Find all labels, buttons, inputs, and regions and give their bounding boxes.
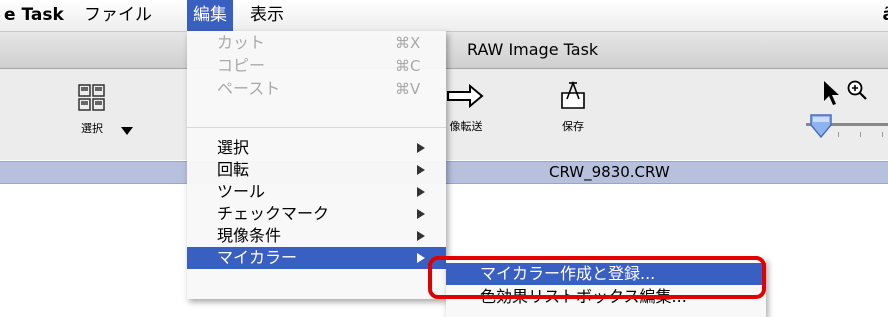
menu-item-label: マイカラー [217, 248, 298, 267]
menu-item-development[interactable]: 現像条件 [187, 225, 446, 247]
grid-select-icon [78, 84, 105, 111]
arrow-transfer-icon [447, 83, 484, 109]
menu-item-tools[interactable]: ツール [187, 181, 446, 203]
select-tool-label: 選択 [81, 122, 103, 135]
menu-item-copy[interactable]: コピー ⌘C [187, 55, 446, 77]
submenu-arrow-icon [417, 165, 425, 175]
menu-item-select[interactable]: 選択 [187, 137, 446, 159]
select-dropdown-arrow-icon[interactable] [121, 127, 133, 135]
menu-item-label: ペースト [217, 79, 281, 98]
submenu-arrow-icon [417, 231, 425, 241]
menu-item-label: コピー [217, 56, 266, 75]
submenu-arrow-icon [417, 187, 425, 197]
submenu-arrow-icon [417, 253, 425, 263]
file-name: CRW_9830.CRW [549, 163, 670, 181]
edit-menu[interactable]: 編集 [187, 0, 233, 31]
transfer-tool[interactable]: 像転送 [446, 81, 486, 134]
save-tool-label: 保存 [562, 120, 584, 133]
save-tray-icon [561, 80, 585, 109]
menu-item-paste[interactable]: ペースト ⌘V [187, 78, 446, 100]
edit-menu-dropdown: カット ⌘X コピー ⌘C ペースト ⌘V 選択 回転 ツール チェックマーク … [187, 31, 446, 299]
callout-highlight-box [428, 256, 766, 299]
slider-tick [882, 132, 883, 137]
slider-tick [838, 132, 839, 137]
menubar-right-item[interactable]: ã [883, 0, 888, 31]
window-title: RAW Image Task [467, 40, 599, 59]
menu-item-rotate[interactable]: 回転 [187, 159, 446, 181]
menu-item-shortcut: ⌘X [395, 34, 421, 52]
menu-bar: e Task ファイル 編集 表示 ã [0, 0, 888, 32]
menu-item-label: カット [217, 33, 266, 52]
submenu-arrow-icon [417, 209, 425, 219]
transfer-tool-label: 像転送 [449, 120, 483, 133]
select-tool[interactable]: 選択 [77, 83, 107, 136]
file-menu[interactable]: ファイル [78, 0, 158, 31]
pointer-arrow-icon[interactable] [820, 79, 842, 107]
view-menu[interactable]: 表示 [244, 0, 290, 31]
menu-item-label: 回転 [217, 160, 250, 179]
menu-item-label: 選択 [217, 138, 250, 157]
slider-tick [860, 132, 861, 137]
menu-item-cut[interactable]: カット ⌘X [187, 32, 446, 54]
menu-item-label: チェックマーク [217, 204, 330, 223]
menu-separator [187, 127, 446, 128]
zoom-slider-thumb-icon[interactable] [808, 112, 834, 140]
menu-item-checkmark[interactable]: チェックマーク [187, 203, 446, 225]
menu-item-mycolor[interactable]: マイカラー [187, 247, 446, 269]
app-menu[interactable]: e Task [4, 0, 64, 31]
zoom-in-icon[interactable] [846, 79, 868, 103]
submenu-arrow-icon [417, 143, 425, 153]
save-tool[interactable]: 保存 [555, 79, 591, 134]
menu-item-label: ツール [217, 182, 266, 201]
menu-item-shortcut: ⌘C [395, 57, 421, 75]
menu-item-shortcut: ⌘V [395, 80, 421, 98]
menu-item-label: 現像条件 [217, 226, 282, 245]
